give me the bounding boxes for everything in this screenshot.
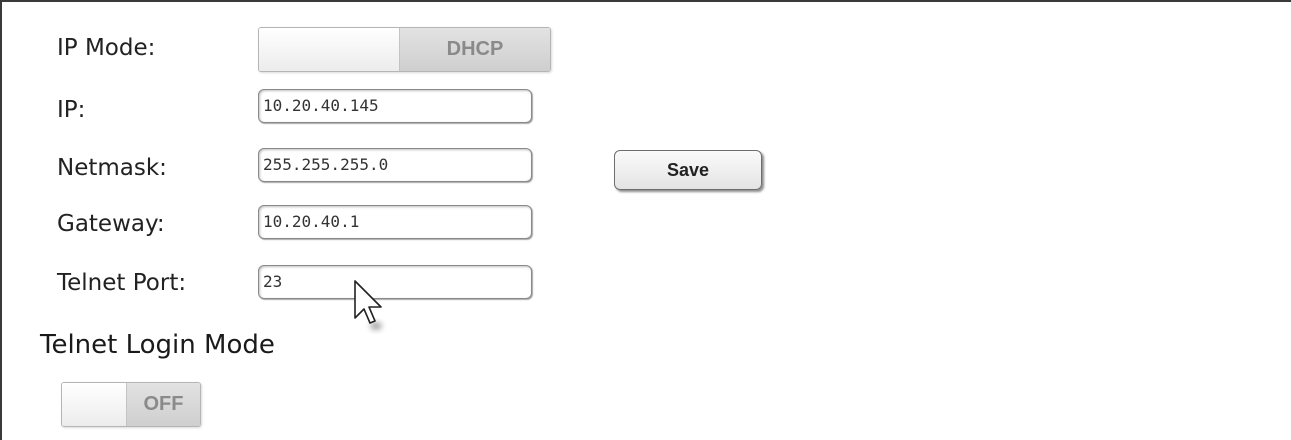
frame-top-border (0, 0, 1291, 2)
ip-label: IP: (57, 97, 86, 123)
telnet-login-toggle-knob (62, 383, 127, 426)
gateway-input[interactable]: 10.20.40.1 (258, 205, 532, 239)
netmask-input[interactable]: 255.255.255.0 (258, 148, 532, 182)
telnet-login-toggle[interactable]: OFF (61, 382, 201, 427)
ip-input[interactable]: 10.20.40.145 (258, 89, 532, 123)
telnet-login-mode-heading: Telnet Login Mode (40, 330, 275, 360)
network-settings-panel: IP Mode: DHCP IP: 10.20.40.145 Netmask: … (0, 0, 1291, 440)
telnet-login-toggle-value: OFF (127, 383, 200, 426)
ip-mode-label: IP Mode: (57, 35, 156, 61)
gateway-label: Gateway: (57, 211, 165, 237)
save-button[interactable]: Save (614, 150, 762, 190)
frame-left-border (0, 0, 2, 440)
telnet-port-label: Telnet Port: (57, 270, 187, 296)
mouse-pointer-icon (354, 280, 382, 330)
netmask-label: Netmask: (57, 155, 167, 181)
ip-mode-value: DHCP (400, 28, 550, 71)
ip-mode-toggle-knob (259, 28, 400, 71)
ip-mode-toggle[interactable]: DHCP (258, 27, 551, 72)
telnet-port-input[interactable]: 23 (258, 265, 532, 299)
